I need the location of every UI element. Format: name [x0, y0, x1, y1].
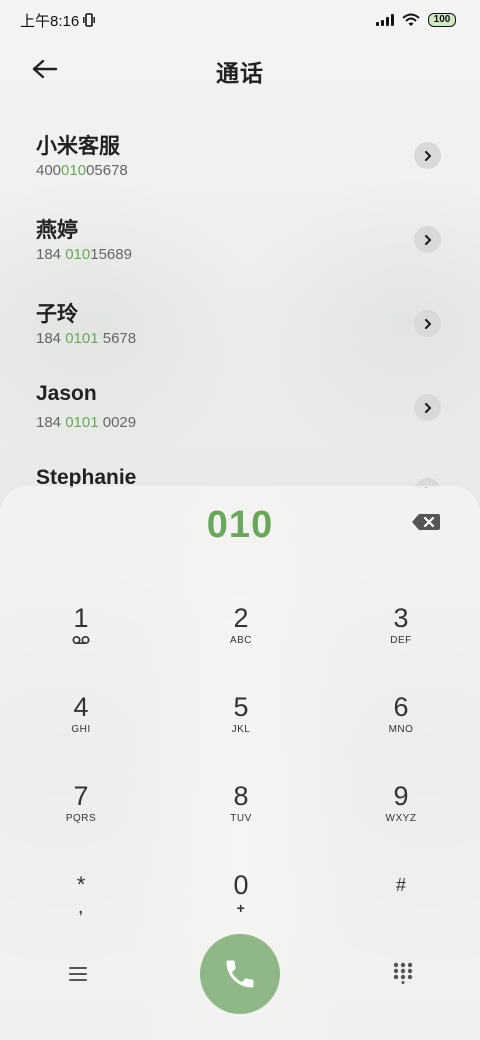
number-prefix: 184 — [36, 246, 66, 263]
key-8[interactable]: 8 TUV — [181, 765, 301, 837]
menu-icon — [69, 967, 87, 981]
contact-item[interactable]: Stephanie — [0, 456, 480, 488]
key-letters: MNO — [388, 724, 414, 735]
chevron-right-icon — [424, 150, 431, 161]
voicemail-icon — [72, 635, 90, 645]
key-6[interactable]: 6 MNO — [341, 676, 461, 748]
status-right: 100 — [376, 13, 456, 27]
phone-icon — [226, 960, 254, 988]
page-title: 通话 — [216, 60, 264, 86]
dialpad-panel: 010 1 2 ABC 3 DEF 4 GHI 5 JKL 6 MNO 7 PQ… — [0, 486, 480, 1040]
number-suffix: 15689 — [90, 246, 132, 263]
contact-item[interactable]: 子玲 184 0101 5678 — [0, 288, 480, 372]
key-digit: 1 — [73, 603, 89, 633]
backspace-icon — [412, 514, 440, 530]
key-letters: ABC — [229, 635, 253, 646]
key-4[interactable]: 4 GHI — [21, 676, 141, 748]
number-match: 0101 — [65, 414, 99, 431]
key-digit: 3 — [393, 603, 409, 633]
contact-name: Stephanie — [36, 466, 137, 488]
dialpad-grid-icon — [393, 962, 413, 984]
header: 通话 — [0, 48, 480, 92]
contact-detail-button[interactable] — [414, 142, 441, 169]
signal-strength-icon — [376, 14, 394, 26]
status-bar: 上午8:16 100 — [0, 0, 480, 40]
contact-detail-button[interactable] — [414, 226, 441, 253]
status-left: 上午8:16 — [20, 10, 96, 31]
number-prefix: 400 — [36, 162, 62, 179]
key-digit: 6 — [393, 692, 409, 722]
key-1[interactable]: 1 — [21, 587, 141, 659]
key-7[interactable]: 7 PQRS — [21, 765, 141, 837]
status-time: 上午8:16 — [20, 12, 80, 30]
key-digit: 9 — [393, 781, 409, 811]
key-0[interactable]: 0 + — [181, 854, 301, 926]
contact-number: 40001005678 — [36, 162, 128, 179]
number-match: 0101 — [65, 330, 99, 347]
key-letters: , — [78, 900, 84, 916]
key-9[interactable]: 9 WXYZ — [341, 765, 461, 837]
number-suffix: 0029 — [98, 414, 137, 431]
dialpad-action-row — [0, 934, 480, 1014]
chevron-right-icon — [424, 402, 431, 413]
key-letters: TUV — [230, 813, 252, 824]
key-5[interactable]: 5 JKL — [181, 676, 301, 748]
contact-number: 184 0101 0029 — [36, 414, 136, 431]
contact-name: Jason — [36, 382, 97, 405]
number-match: 010 — [65, 246, 91, 263]
chevron-right-icon — [424, 318, 431, 329]
dialed-number: 010 — [206, 504, 274, 546]
contact-item[interactable]: Jason 184 0101 0029 — [0, 372, 480, 456]
key-letters: GHI — [71, 724, 91, 735]
key-digit: 2 — [233, 603, 249, 633]
key-letters: + — [236, 900, 246, 916]
vibrate-icon — [83, 13, 96, 27]
number-prefix: 184 — [36, 414, 66, 431]
key-hash[interactable]: # — [341, 854, 461, 926]
key-digit: # — [395, 875, 406, 895]
chevron-right-icon — [424, 234, 431, 245]
wifi-icon — [402, 13, 420, 26]
number-match: 010 — [61, 162, 87, 179]
dialpad-toggle-button[interactable] — [392, 962, 414, 984]
key-digit: 7 — [73, 781, 89, 811]
key-letters: PQRS — [65, 813, 97, 824]
key-digit: 5 — [233, 692, 249, 722]
key-letters: WXYZ — [385, 813, 417, 824]
contact-name: 子玲 — [36, 303, 78, 326]
key-3[interactable]: 3 DEF — [341, 587, 461, 659]
backspace-button[interactable] — [411, 512, 441, 532]
contact-detail-button[interactable] — [414, 394, 441, 421]
key-digit: 4 — [73, 692, 89, 722]
key-letters: JKL — [231, 724, 251, 735]
key-digit: 8 — [233, 781, 249, 811]
number-suffix: 05678 — [86, 162, 128, 179]
battery-indicator: 100 — [428, 13, 456, 27]
contact-name: 燕婷 — [36, 219, 78, 242]
contact-name: 小米客服 — [36, 135, 120, 158]
contact-number: 184 01015689 — [36, 246, 132, 263]
key-star[interactable]: * , — [21, 854, 141, 926]
key-digit: 0 — [233, 870, 249, 900]
number-suffix: 5678 — [98, 330, 137, 347]
number-prefix: 184 — [36, 330, 66, 347]
key-2[interactable]: 2 ABC — [181, 587, 301, 659]
contact-item[interactable]: 燕婷 184 01015689 — [0, 204, 480, 288]
contact-item[interactable]: 小米客服 40001005678 — [0, 120, 480, 204]
menu-button[interactable] — [66, 964, 90, 984]
contact-suggestion-list: 小米客服 40001005678 燕婷 184 01015689 子玲 184 … — [0, 120, 480, 488]
key-digit: * — [76, 872, 86, 897]
contact-number: 184 0101 5678 — [36, 330, 136, 347]
contact-detail-button[interactable] — [414, 310, 441, 337]
key-letters: DEF — [390, 635, 412, 646]
call-button[interactable] — [200, 934, 280, 1014]
